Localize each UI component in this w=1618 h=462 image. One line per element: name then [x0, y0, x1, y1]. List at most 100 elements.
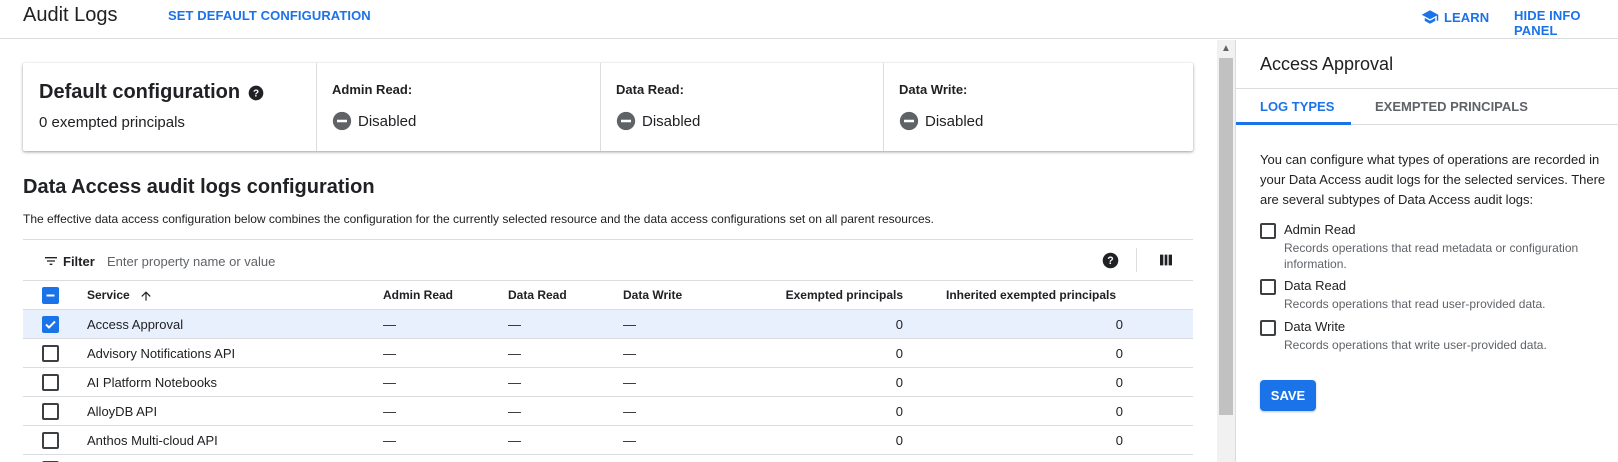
top-bar: Audit Logs SET DEFAULT CONFIGURATION LEA… [0, 0, 1618, 39]
data-read-checkbox[interactable] [1260, 279, 1276, 295]
data-write-default: Data Write: Disabled [883, 63, 983, 151]
admin-read-cell: — [383, 433, 396, 448]
inherited-cell: 0 [1115, 346, 1123, 361]
exempted-column-header[interactable]: Exempted principals [743, 281, 903, 310]
admin-read-cell: — [383, 375, 396, 390]
sort-arrow-up-icon [141, 291, 151, 301]
data-read-column-header[interactable]: Data Read [508, 281, 567, 310]
admin-read-cell: — [383, 317, 396, 332]
row-checkbox[interactable] [42, 316, 59, 333]
log-types-description: You can configure what types of operatio… [1260, 152, 1606, 207]
service-column-header[interactable]: Service [87, 281, 153, 310]
hide-info-panel-button[interactable]: HIDE INFO PANEL [1514, 8, 1618, 38]
row-checkbox[interactable] [42, 374, 59, 391]
data-write-cell: — [623, 317, 636, 332]
scroll-thumb[interactable] [1219, 58, 1233, 415]
default-configuration-card: Default configuration ? 0 exempted princ… [23, 63, 1193, 151]
data-read-cell: — [508, 433, 521, 448]
exempted-cell: 0 [895, 346, 903, 361]
service-name: AI Platform Notebooks [87, 375, 218, 390]
admin-read-option-label: Admin Read [1284, 222, 1356, 237]
set-default-configuration-button[interactable]: SET DEFAULT CONFIGURATION [168, 8, 371, 23]
services-table: Service Admin Read Data Read Data Write … [23, 280, 1193, 462]
select-all-checkbox[interactable] [42, 287, 59, 304]
service-name: AlloyDB API [87, 404, 158, 419]
inherited-cell: 0 [1115, 404, 1123, 419]
learn-button[interactable]: LEARN [1421, 8, 1489, 26]
data-write-cell: — [623, 404, 636, 419]
data-read-default: Data Read: Disabled [600, 63, 700, 151]
admin-read-option-desc: Records operations that read metadata or… [1284, 241, 1579, 271]
filter-input[interactable] [105, 249, 955, 273]
filter-button[interactable]: Filter [43, 253, 95, 269]
row-checkbox[interactable] [42, 432, 59, 449]
data-write-option-label: Data Write [1284, 319, 1346, 334]
exempted-cell: 0 [895, 375, 903, 390]
table-row[interactable]: Anthos Multi-cloud API — — — 0 0 [23, 425, 1193, 454]
page-title: Audit Logs [23, 4, 118, 26]
exempted-cell: 0 [895, 317, 903, 332]
data-read-value: Disabled [642, 112, 701, 130]
svg-text:?: ? [253, 88, 259, 99]
exempted-principals-count: 0 exempted principals [39, 114, 185, 131]
tab-log-types[interactable]: LOG TYPES [1260, 99, 1334, 114]
help-icon[interactable]: ? [1102, 252, 1119, 269]
data-write-cell: — [623, 375, 636, 390]
learn-cap-icon [1421, 10, 1439, 24]
column-display-icon[interactable] [1158, 252, 1174, 268]
help-icon[interactable]: ? [248, 85, 264, 101]
table-header-row: Service Admin Read Data Read Data Write … [23, 280, 1193, 309]
service-header-label: Service [87, 288, 130, 302]
info-panel: Access Approval LOG TYPES EXEMPTED PRINC… [1235, 40, 1618, 462]
data-read-cell: — [508, 375, 521, 390]
default-config-title: Default configuration ? [39, 81, 264, 104]
admin-read-checkbox[interactable] [1260, 223, 1276, 239]
admin-read-column-header[interactable]: Admin Read [383, 281, 453, 310]
default-config-title-text: Default configuration [39, 81, 241, 103]
service-name: Access Approval [87, 317, 184, 332]
data-read-option-desc: Records operations that read user-provid… [1284, 297, 1546, 311]
inherited-cell: 0 [1115, 317, 1123, 332]
row-checkbox[interactable] [42, 345, 59, 362]
inherited-column-header[interactable]: Inherited exempted principals [946, 281, 1116, 310]
table-row[interactable]: Advisory Notifications API — — — 0 0 [23, 338, 1193, 367]
table-row[interactable]: AI Platform Notebooks — — — 0 0 [23, 367, 1193, 396]
inherited-cell: 0 [1115, 433, 1123, 448]
active-tab-indicator [1236, 122, 1351, 125]
filter-icon [45, 257, 57, 265]
info-panel-title: Access Approval [1260, 54, 1394, 74]
table-row[interactable]: Access Approval — — — 0 0 [23, 309, 1193, 338]
divider [1136, 248, 1137, 272]
data-write-cell: — [623, 433, 636, 448]
data-read-label: Data Read: [616, 82, 684, 97]
section-title: Data Access audit logs configuration [23, 176, 375, 198]
info-panel-tabs: LOG TYPES EXEMPTED PRINCIPALS [1236, 88, 1618, 125]
data-read-cell: — [508, 404, 521, 419]
default-config-summary: Default configuration ? 0 exempted princ… [39, 81, 264, 131]
save-button[interactable]: SAVE [1260, 380, 1316, 411]
indeterminate-check-icon [46, 294, 55, 297]
scroll-up-icon[interactable]: ▲ [1217, 40, 1235, 56]
disabled-icon [616, 111, 636, 131]
data-read-cell: — [508, 317, 521, 332]
data-read-cell: — [508, 346, 521, 361]
row-checkbox[interactable] [42, 403, 59, 420]
disabled-icon [332, 111, 352, 131]
admin-read-default: Admin Read: Disabled [316, 63, 416, 151]
table-row[interactable] [23, 454, 1193, 462]
admin-read-cell: — [383, 346, 396, 361]
data-write-option-desc: Records operations that write user-provi… [1284, 338, 1547, 352]
admin-read-status: Disabled [332, 111, 416, 131]
table-row[interactable]: AlloyDB API — — — 0 0 [23, 396, 1193, 425]
data-write-label: Data Write: [899, 82, 968, 97]
inherited-cell: 0 [1115, 375, 1123, 390]
main-scrollbar[interactable]: ▲ [1217, 40, 1235, 462]
tab-exempted-principals[interactable]: EXEMPTED PRINCIPALS [1375, 99, 1528, 114]
svg-text:?: ? [1107, 255, 1113, 267]
admin-read-label: Admin Read: [332, 82, 413, 97]
admin-read-cell: — [383, 404, 396, 419]
data-write-column-header[interactable]: Data Write [623, 281, 682, 310]
data-write-checkbox[interactable] [1260, 320, 1276, 336]
exempted-cell: 0 [895, 433, 903, 448]
disabled-icon [899, 111, 919, 131]
